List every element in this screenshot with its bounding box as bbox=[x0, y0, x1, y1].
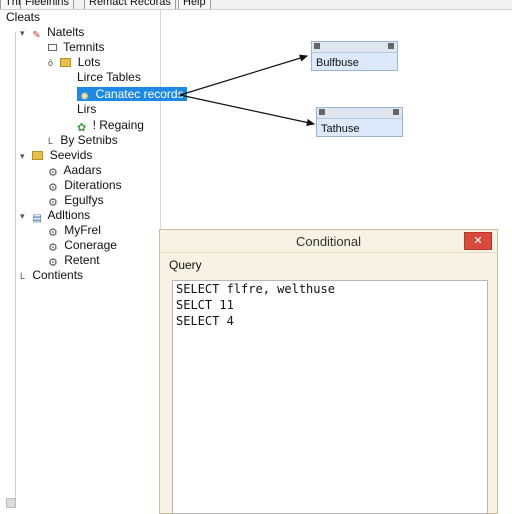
query-editor[interactable]: SELECT flfre, welthuse SELCT 11 SELECT 4 bbox=[172, 280, 488, 514]
entity-header bbox=[312, 42, 397, 53]
entity-handle-icon bbox=[319, 109, 325, 115]
dialog-titlebar[interactable]: Conditional ✕ bbox=[160, 230, 497, 253]
entity-header bbox=[317, 108, 402, 119]
query-line: SELECT flfre, welthuse bbox=[176, 282, 335, 296]
query-line: SELECT 4 bbox=[176, 314, 234, 328]
entity-name: Bulfbuse bbox=[316, 57, 359, 69]
query-line: SELCT 11 bbox=[176, 298, 234, 312]
entity-bulfbuse[interactable]: Bulfbuse bbox=[311, 41, 398, 71]
entity-tathuse[interactable]: Tathuse bbox=[316, 107, 403, 137]
arrow-to-bulfbuse bbox=[179, 54, 309, 96]
dialog-title: Conditional bbox=[295, 234, 362, 249]
entity-handle-icon bbox=[314, 43, 320, 49]
close-button[interactable]: ✕ bbox=[464, 232, 492, 250]
query-label: Query bbox=[169, 258, 202, 272]
entity-handle-icon bbox=[388, 43, 394, 49]
entity-handle-icon bbox=[393, 109, 399, 115]
arrow-to-tathuse bbox=[179, 94, 316, 126]
conditional-dialog: Conditional ✕ Query SELECT flfre, welthu… bbox=[159, 229, 498, 514]
entity-name: Tathuse bbox=[321, 123, 360, 135]
